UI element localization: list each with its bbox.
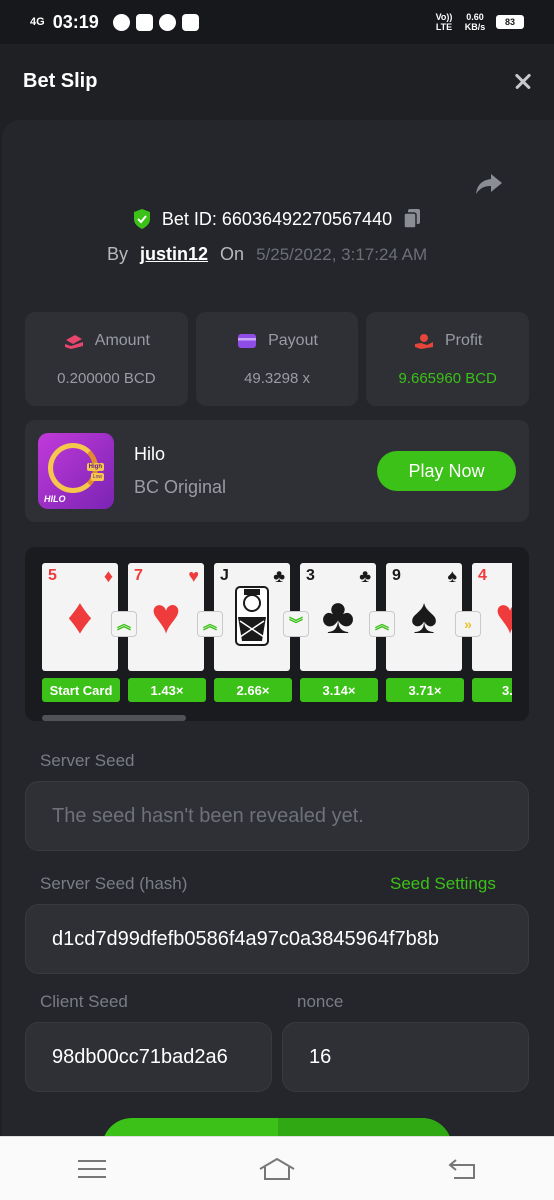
thumb-label: HILO (44, 494, 66, 504)
status-bar: 4G 03:19 Vo)) LTE 0.60 KB/s 83 (0, 0, 554, 44)
seed-settings-link[interactable]: Seed Settings (390, 874, 496, 894)
multiplier-badge: 3.7 (472, 678, 512, 702)
nonce-label: nonce (297, 992, 344, 1011)
bet-id: Bet ID: 66036492270567440 (161, 208, 393, 229)
volte-indicator: Vo)) LTE (435, 12, 453, 32)
playing-card: 9 ♠ ♠ (386, 563, 462, 671)
battery-icon: 83 (496, 15, 524, 29)
client-seed-label: Client Seed (40, 992, 128, 1011)
back-icon[interactable] (442, 1154, 482, 1184)
copy-icon[interactable] (402, 208, 422, 230)
multiplier-badge: 2.66× (214, 678, 292, 702)
nonce-field[interactable]: 16 (282, 1022, 529, 1092)
money-icon (64, 334, 83, 349)
jack-face-icon (214, 581, 290, 659)
card-rank: 4 (478, 567, 487, 584)
header: Bet Slip (0, 44, 554, 118)
playing-card: J ♣ (214, 563, 290, 671)
clock: 03:19 (52, 11, 99, 32)
cards-track[interactable]: 5 ♦ ♦ Start Card 7 ♥ ♥ 1.43× ︽ J ♣ 2.66× ︽ 3 ♣ ♣ 3.14× ︾ 9… (42, 563, 512, 705)
gamepad-icon (135, 13, 153, 31)
card-rank: 7 (134, 567, 143, 584)
game-name: Hilo (134, 444, 166, 464)
card-suit-small: ♠ (447, 566, 457, 586)
wallet-icon (238, 333, 257, 348)
card-rank: 5 (48, 567, 57, 584)
card-rank: 9 (392, 567, 401, 584)
game-thumbnail[interactable]: High Low HILO (38, 433, 114, 509)
history-card: 5 ♦ ♦ Start Card (42, 563, 120, 705)
username-link[interactable]: justin12 (140, 244, 208, 265)
cards-history[interactable]: 5 ♦ ♦ Start Card 7 ♥ ♥ 1.43× ︽ J ♣ 2.66× ︽ 3 ♣ ♣ 3.14× ︾ 9… (25, 547, 529, 721)
server-seed-hash-field[interactable]: d1cd7d99dfefb0586f4a97c0a3845964f7b8b (25, 904, 529, 974)
amount-label: Amount (94, 331, 150, 349)
profit-value: 9.665960 BCD (398, 369, 497, 387)
card-suit-big: ♦ (67, 588, 93, 644)
game-subtitle: BC Original (134, 477, 227, 497)
card-suit-big: ♠ (410, 588, 438, 644)
profit-label: Profit (445, 331, 483, 349)
bet-stats: Amount 0.200000 BCD Payout 49.3298 x Pro… (25, 312, 530, 406)
lower-arrow-icon: ︾ (283, 611, 309, 637)
close-icon[interactable] (509, 67, 537, 95)
page-title: Bet Slip (23, 69, 98, 92)
client-seed-field[interactable]: 98db00cc71bad2a6 (25, 1022, 272, 1092)
shield-check-icon (133, 209, 150, 229)
playing-card: 5 ♦ ♦ (42, 563, 118, 671)
thumb-low-badge: Low (90, 473, 104, 481)
amount-stat: Amount 0.200000 BCD (25, 312, 188, 406)
network-indicator: 4G (30, 16, 45, 28)
payout-label: Payout (268, 331, 318, 349)
speed-indicator: 0.60 KB/s (464, 12, 486, 32)
youtube-icon (181, 13, 199, 31)
server-seed-hash-label: Server Seed (hash) (40, 874, 188, 893)
payout-value: 49.3298 x (244, 369, 310, 387)
playing-card: 7 ♥ ♥ (128, 563, 204, 671)
server-seed-label: Server Seed (40, 751, 135, 770)
card-rank: 3 (306, 567, 315, 584)
notification-icon (112, 13, 130, 31)
multiplier-badge: 3.14× (300, 678, 378, 702)
card-suit-small: ♣ (359, 566, 371, 586)
skip-icon: » (455, 611, 481, 637)
higher-arrow-icon: ︽ (369, 611, 395, 637)
server-seed-field[interactable]: The seed hasn't been revealed yet. (25, 781, 529, 851)
start-card-badge: Start Card (42, 678, 120, 702)
bet-id-row: Bet ID: 66036492270567440 (0, 208, 554, 230)
higher-arrow-icon: ︽ (197, 611, 223, 637)
card-suit-small: ♥ (188, 566, 199, 586)
menu-icon[interactable] (72, 1154, 112, 1184)
profit-stat: Profit 9.665960 BCD (366, 312, 530, 406)
thumb-high-badge: High (86, 463, 104, 471)
higher-arrow-icon: ︽ (111, 611, 137, 637)
share-icon[interactable] (474, 170, 504, 198)
play-now-button[interactable]: Play Now (377, 451, 516, 491)
card-suit-big: ♣ (321, 588, 355, 644)
bet-date: 5/25/2022, 3:17:24 AM (256, 244, 428, 264)
multiplier-badge: 1.43× (128, 678, 206, 702)
system-navbar (0, 1136, 554, 1200)
history-card: J ♣ 2.66× (214, 563, 292, 705)
profit-icon (415, 333, 433, 349)
history-card: 3 ♣ ♣ 3.14× (300, 563, 378, 705)
history-card: 7 ♥ ♥ 1.43× (128, 563, 206, 705)
horizontal-scrollbar[interactable] (42, 715, 186, 721)
on-label: On (220, 244, 245, 264)
amount-value: 0.200000 BCD (57, 369, 156, 387)
phone-icon (158, 13, 176, 31)
game-card: High Low HILO Hilo BC Original Play Now (25, 420, 529, 522)
by-label: By (107, 244, 129, 264)
playing-card: 3 ♣ ♣ (300, 563, 376, 671)
home-icon[interactable] (257, 1154, 297, 1184)
multiplier-badge: 3.71× (386, 678, 464, 702)
card-suit-big: ♥ (151, 588, 181, 644)
payout-stat: Payout 49.3298 x (195, 312, 359, 406)
bet-meta: By justin12 On 5/25/2022, 3:17:24 AM (107, 244, 427, 265)
history-card: 9 ♠ ♠ 3.71× (386, 563, 464, 705)
card-suit-small: ♦ (103, 566, 113, 586)
